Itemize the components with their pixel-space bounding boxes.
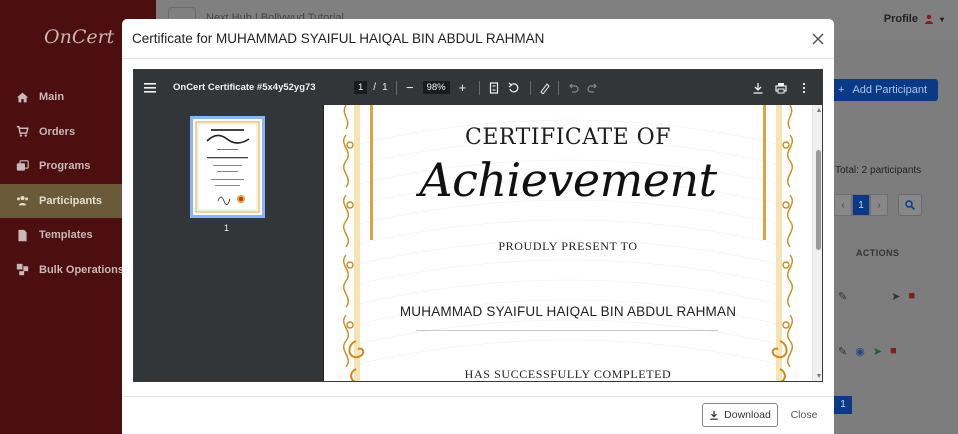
programs-icon [16,159,29,171]
sidebar-item-label: Participants [39,194,102,207]
caret-down-icon: ▾ [939,14,944,24]
modal-title: Certificate for MUHAMMAD SYAIFUL HAIQAL … [132,31,545,46]
close-icon[interactable] [810,31,826,47]
toolbar-divider [396,81,397,95]
bulk-icon [16,264,29,276]
download-icon[interactable] [752,70,766,105]
download-button[interactable]: Download [702,403,778,427]
name-underline [416,330,718,331]
toolbar-divider [479,81,480,95]
certificate-script-title: Achievement [419,153,717,207]
edit-icon[interactable]: ✎ [838,345,847,358]
pdf-page-input[interactable]: 1 [354,81,368,94]
pdf-page-separator: / [373,82,377,93]
redo-icon[interactable] [587,70,601,105]
pagination: ‹ 1 › [834,194,888,216]
pdf-document-name: OnCert Certificate #5x4y52yg73 [173,82,316,93]
file-icon [18,229,27,241]
trash-icon[interactable]: ■ [908,290,915,303]
scroll-down-icon[interactable]: ▼ [815,373,822,381]
sidebar-item-label: Main [39,91,65,104]
row-actions: ✎ ◉ ➤ ■ [838,345,897,358]
sidebar-item-label: Bulk Operations [39,263,124,276]
pagination-bottom: 1 [834,394,852,414]
search-icon [905,200,915,210]
download-icon [710,410,718,420]
page-button[interactable]: 1 [852,194,870,216]
eye-icon[interactable]: ◉ [855,345,865,358]
thumbnail-page-number: 1 [224,223,230,233]
zoom-in-icon[interactable]: + [459,80,467,95]
modal-footer: Download Close [122,396,834,434]
next-page-button[interactable]: › [870,194,888,216]
sidebar-item-label: Templates [39,229,93,242]
profile-label: Profile [883,13,918,25]
send-icon[interactable]: ➤ [891,290,900,303]
send-icon[interactable]: ➤ [873,345,882,358]
cart-icon [16,126,29,137]
sidebar-item-label: Orders [39,125,76,138]
pdf-zoom-controls: − 98% + [406,70,466,105]
scroll-up-icon[interactable]: ▲ [815,107,822,115]
plus-icon: + [838,84,845,96]
certificate-heading: CERTIFICATE OF [465,125,671,150]
pdf-viewer: OnCert Certificate #5x4y52yg73 1 / 1 − 9… [133,69,823,382]
brand-logo: OnCert [44,26,115,48]
profile-menu[interactable]: Profile ▾ [884,13,944,25]
page-thumbnail[interactable] [190,116,265,218]
prev-page-button[interactable]: ‹ [834,194,852,216]
actions-header: ACTIONS [856,248,900,258]
certificate-completed-line: HAS SUCCESSFULLY COMPLETED [464,367,672,381]
toolbar-divider [558,81,559,95]
pdf-thumbnail-pane: 1 [134,105,323,381]
search-button[interactable] [898,194,922,216]
page-button[interactable]: 1 [834,396,852,414]
pdf-scrollbar[interactable]: ▲ ▼ [812,105,822,381]
users-icon [16,196,29,206]
edit-icon[interactable]: ✎ [838,290,847,303]
certificate-present-line: PROUDLY PRESENT TO [498,239,638,253]
undo-icon[interactable] [567,70,581,105]
add-participant-button[interactable]: + Add Participant [828,79,938,101]
certificate-modal: Certificate for MUHAMMAD SYAIFUL HAIQAL … [122,19,834,434]
certificate-recipient-name: MUHAMMAD SYAIFUL HAIQAL BIN ABDUL RAHMAN [399,304,737,319]
trash-icon[interactable]: ■ [890,345,897,358]
rotate-icon[interactable] [508,70,522,105]
home-icon [16,92,29,103]
total-participants: Total: 2 participants [835,165,922,176]
toolbar-divider [530,81,531,95]
pdf-zoom-input[interactable]: 98% [422,81,450,94]
certificate-page: CERTIFICATE OF Achievement PROUDLY PRESE… [324,105,812,381]
print-icon[interactable] [775,70,789,105]
sidebar-item-label: Programs [39,160,91,173]
fit-page-icon[interactable] [488,70,502,105]
more-options-icon[interactable] [798,70,812,105]
pdf-total-pages: 1 [382,82,388,93]
add-participant-label: Add Participant [852,84,928,96]
download-label: Download [724,409,771,421]
row-actions: ✎ ➤ ■ [838,290,915,303]
close-button[interactable]: Close [784,403,824,427]
user-icon [924,14,933,24]
menu-icon[interactable] [144,70,156,105]
pdf-toolbar: OnCert Certificate #5x4y52yg73 1 / 1 − 9… [134,70,822,105]
zoom-out-icon[interactable]: − [406,80,414,95]
pdf-page-area: CERTIFICATE OF Achievement PROUDLY PRESE… [324,105,822,381]
scroll-thumb[interactable] [816,150,821,250]
annotate-icon[interactable] [539,70,553,105]
modal-header: Certificate for MUHAMMAD SYAIFUL HAIQAL … [122,19,834,59]
pdf-page-indicator: 1 / 1 [354,70,388,105]
